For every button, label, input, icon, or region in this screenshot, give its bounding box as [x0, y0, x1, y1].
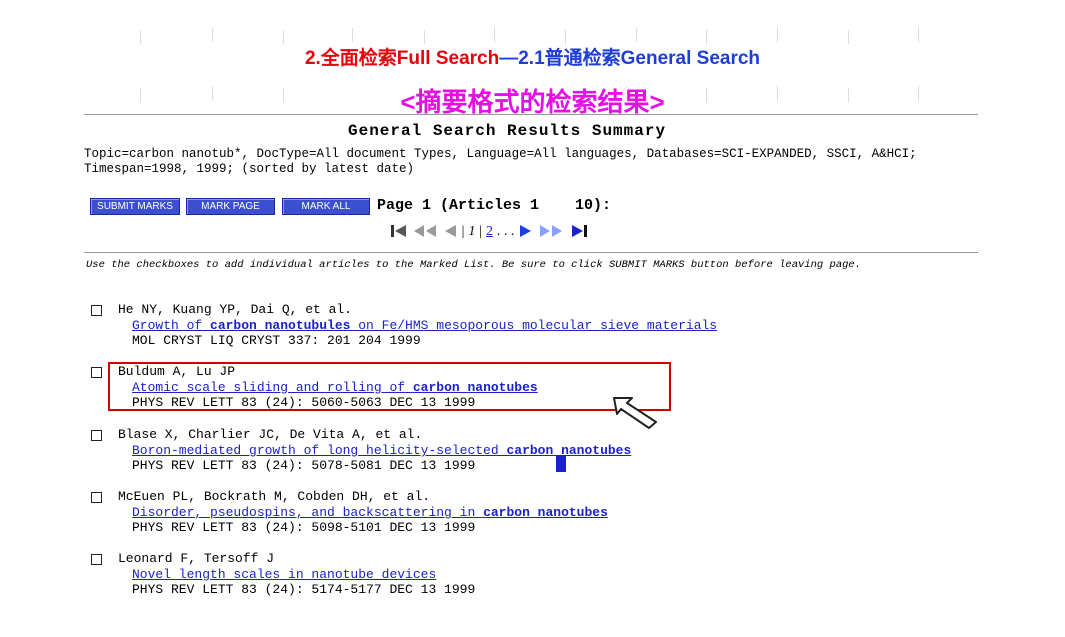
- record-source: PHYS REV LETT 83 (24): 5078-5081 DEC 13 …: [132, 458, 476, 473]
- instructions-text: Use the checkboxes to add individual art…: [86, 259, 862, 271]
- record-source: PHYS REV LETT 83 (24): 5174-5177 DEC 13 …: [132, 582, 476, 597]
- record-authors: Leonard F, Tersoff J: [118, 551, 275, 566]
- title-text: Disorder, pseudospins, and backscatterin…: [132, 505, 484, 520]
- record-authors: He NY, Kuang YP, Dai Q, et al.: [118, 302, 353, 317]
- pager-separator: |: [461, 224, 465, 239]
- slide-title-part1: 2.全面检索Full Search: [304, 48, 500, 69]
- record-5: Leonard F, Tersoff J Novel length scales…: [91, 551, 871, 599]
- record-source: PHYS REV LETT 83 (24): 5098-5101 DEC 13 …: [132, 520, 476, 535]
- last-page-icon[interactable]: [570, 223, 588, 239]
- text-cursor: [556, 456, 566, 472]
- record-checkbox[interactable]: [91, 554, 102, 565]
- title-keyword: carbon nanotubules: [210, 318, 351, 333]
- prev-group-icon[interactable]: [412, 223, 438, 239]
- next-page-icon[interactable]: [518, 223, 534, 239]
- submit-marks-button[interactable]: SUBMIT MARKS: [90, 198, 180, 215]
- results-heading: General Search Results Summary: [348, 122, 667, 140]
- prev-page-icon[interactable]: [442, 223, 458, 239]
- results-divider: [84, 252, 978, 253]
- next-group-icon[interactable]: [538, 223, 566, 239]
- record-checkbox[interactable]: [91, 367, 102, 378]
- query-description: Topic=carbon nanotub*, DocType=All docum…: [84, 147, 925, 176]
- record-authors: McEuen PL, Bockrath M, Cobden DH, et al.: [118, 489, 431, 504]
- record-title-link[interactable]: Disorder, pseudospins, and backscatterin…: [132, 505, 608, 521]
- record-source: MOL CRYST LIQ CRYST 337: 201 204 1999: [132, 333, 421, 348]
- title-text: Growth of: [132, 318, 211, 333]
- title-keyword: carbon nanotubes: [506, 443, 632, 458]
- record-checkbox[interactable]: [91, 430, 102, 441]
- pager-separator: |: [479, 224, 483, 239]
- record-authors: Blase X, Charlier JC, De Vita A, et al.: [118, 427, 423, 442]
- pointer-arrow-icon: [613, 397, 657, 429]
- page-info: Page 1 (Articles 1 10):: [377, 197, 612, 214]
- title-keyword: carbon nanotubes: [483, 505, 608, 520]
- record-title-link[interactable]: Novel length scales in nanotube devices: [132, 567, 436, 583]
- pager-current-page: 1: [468, 224, 476, 239]
- title-text: on Fe/HMS mesoporous molecular sieve mat…: [350, 318, 718, 333]
- record-4: McEuen PL, Bockrath M, Cobden DH, et al.…: [91, 489, 871, 537]
- pager-ellipsis: . . .: [496, 224, 515, 239]
- highlight-box: [108, 362, 671, 411]
- first-page-icon[interactable]: [390, 223, 408, 239]
- record-checkbox[interactable]: [91, 492, 102, 503]
- pagination: | 1 | 2 . . .: [390, 222, 588, 242]
- slide-title: 2.全面检索Full Search—2.1普通检索General Search: [0, 43, 1065, 70]
- mark-page-button[interactable]: MARK PAGE: [186, 198, 275, 215]
- pager-page-2-link[interactable]: 2: [486, 224, 493, 239]
- record-3: Blase X, Charlier JC, De Vita A, et al. …: [91, 427, 871, 475]
- mark-all-button[interactable]: MARK ALL: [282, 198, 370, 215]
- record-1: He NY, Kuang YP, Dai Q, et al. Growth of…: [91, 302, 871, 350]
- title-text: Boron-mediated growth of long helicity-s…: [132, 443, 507, 458]
- slide-title-part2: —2.1普通检索General Search: [499, 48, 761, 69]
- top-divider: [84, 114, 978, 115]
- title-text: Novel length scales in nanotube devices: [132, 567, 437, 582]
- record-checkbox[interactable]: [91, 305, 102, 316]
- record-title-link[interactable]: Growth of carbon nanotubules on Fe/HMS m…: [132, 318, 717, 334]
